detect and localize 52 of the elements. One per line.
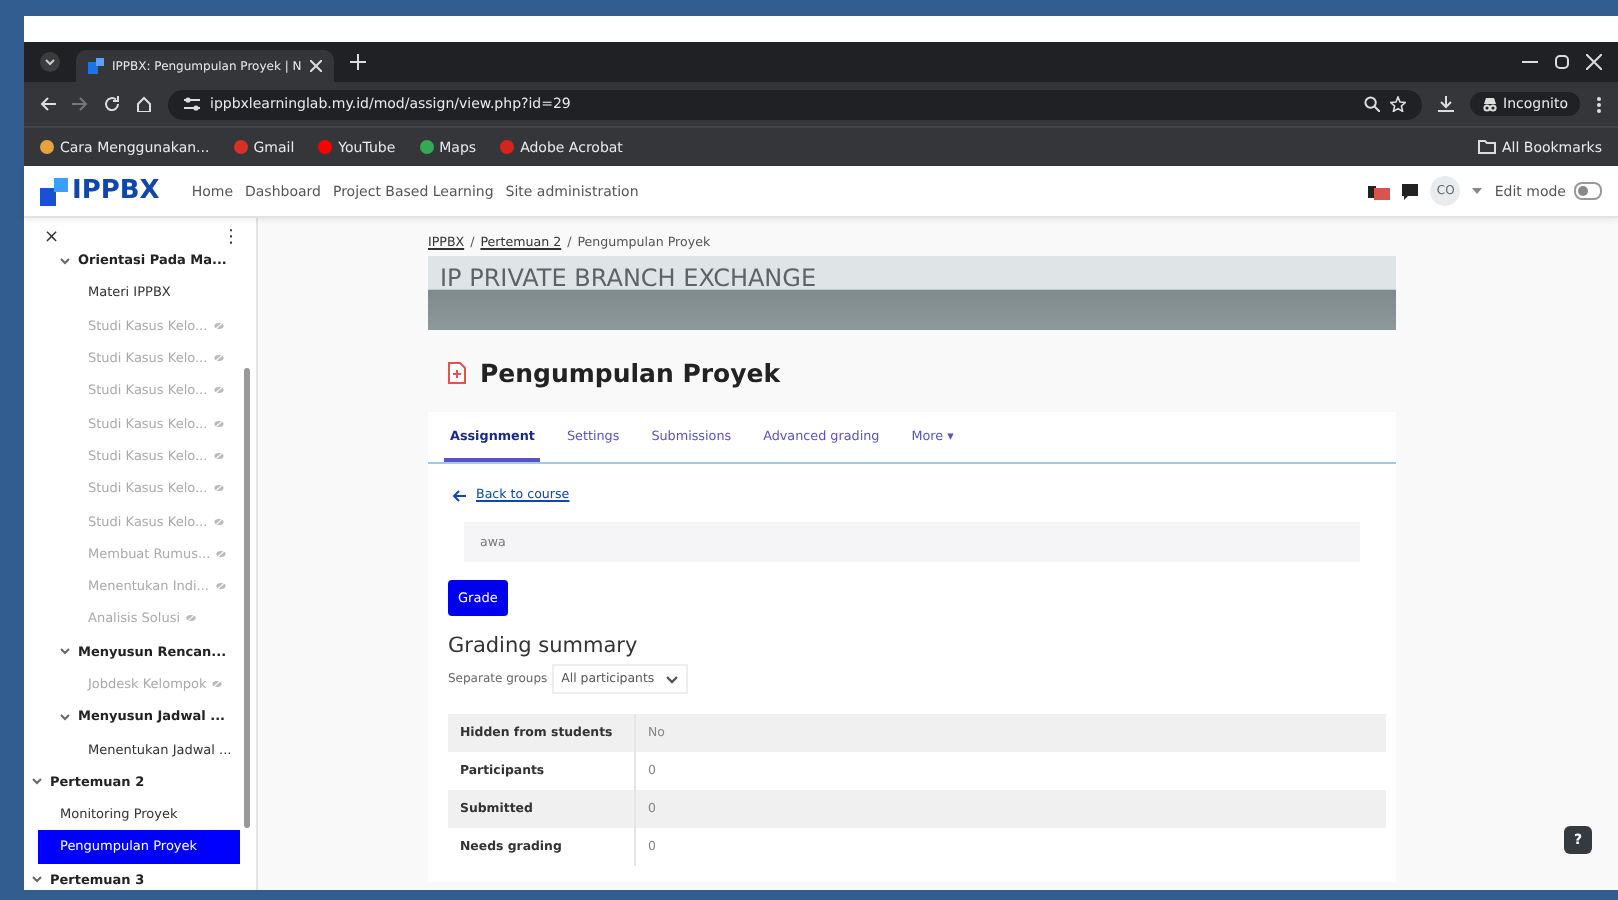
close-icon[interactable] <box>1586 54 1602 70</box>
kebab-menu-icon[interactable] <box>1596 95 1602 113</box>
new-tab-icon[interactable] <box>349 54 366 70</box>
eye-slash-icon <box>213 419 224 428</box>
document-icon <box>448 362 466 384</box>
page-title: Pengumpulan Proyek <box>480 358 781 388</box>
eye-slash-icon <box>213 451 224 460</box>
bookmark-icon <box>233 140 248 154</box>
eye-slash-icon <box>212 680 223 688</box>
eye-slash-icon <box>213 386 224 395</box>
incognito-icon <box>1481 96 1498 112</box>
edit-mode-toggle[interactable] <box>1574 182 1602 200</box>
eye-slash-icon <box>213 484 224 493</box>
restore-icon[interactable] <box>1554 54 1570 70</box>
section-heading: Grading summary <box>448 634 640 658</box>
caret-icon[interactable] <box>1472 188 1483 194</box>
scrollbar[interactable] <box>244 368 250 828</box>
folder-icon <box>1477 140 1496 154</box>
site-logo-icon <box>88 58 104 74</box>
eye-slash-icon <box>186 614 197 623</box>
chevron-down-icon[interactable] <box>32 776 42 787</box>
tab-list-icon[interactable] <box>40 52 60 72</box>
bookmark-icon <box>419 140 434 154</box>
logo-text: IPPBX <box>72 176 160 206</box>
banner-title: IP PRIVATE BRANCH EXCHANGE <box>440 264 817 292</box>
eye-slash-icon <box>213 517 224 526</box>
menu-button[interactable]: ⋮ <box>222 228 240 248</box>
eye-slash-icon <box>213 321 224 330</box>
forward-icon <box>72 96 88 112</box>
eye-slash-icon <box>213 354 224 363</box>
bookmark-icon <box>40 140 54 154</box>
site-settings-icon[interactable] <box>184 96 200 112</box>
chevron-down-icon <box>666 675 679 683</box>
zoom-icon[interactable] <box>1363 96 1380 112</box>
chevron-down-icon[interactable] <box>60 646 70 657</box>
back-icon[interactable] <box>40 96 56 112</box>
eye-slash-icon <box>216 549 227 558</box>
eye-slash-icon <box>215 582 225 591</box>
star-icon[interactable] <box>1389 96 1406 112</box>
chevron-down-icon[interactable] <box>60 255 70 266</box>
chat-icon[interactable] <box>1402 183 1419 199</box>
logo-icon <box>40 177 68 205</box>
home-icon[interactable] <box>136 96 152 112</box>
close-icon[interactable] <box>309 60 322 72</box>
chevron-down-icon[interactable] <box>60 711 70 722</box>
bookmark-icon <box>318 140 333 154</box>
bookmark-icon <box>500 140 515 154</box>
reload-icon[interactable] <box>104 96 120 112</box>
close-button[interactable]: × <box>44 228 60 248</box>
arrow-left-icon[interactable] <box>452 489 466 501</box>
chevron-down-icon[interactable] <box>32 874 42 885</box>
download-icon[interactable] <box>1437 96 1454 112</box>
